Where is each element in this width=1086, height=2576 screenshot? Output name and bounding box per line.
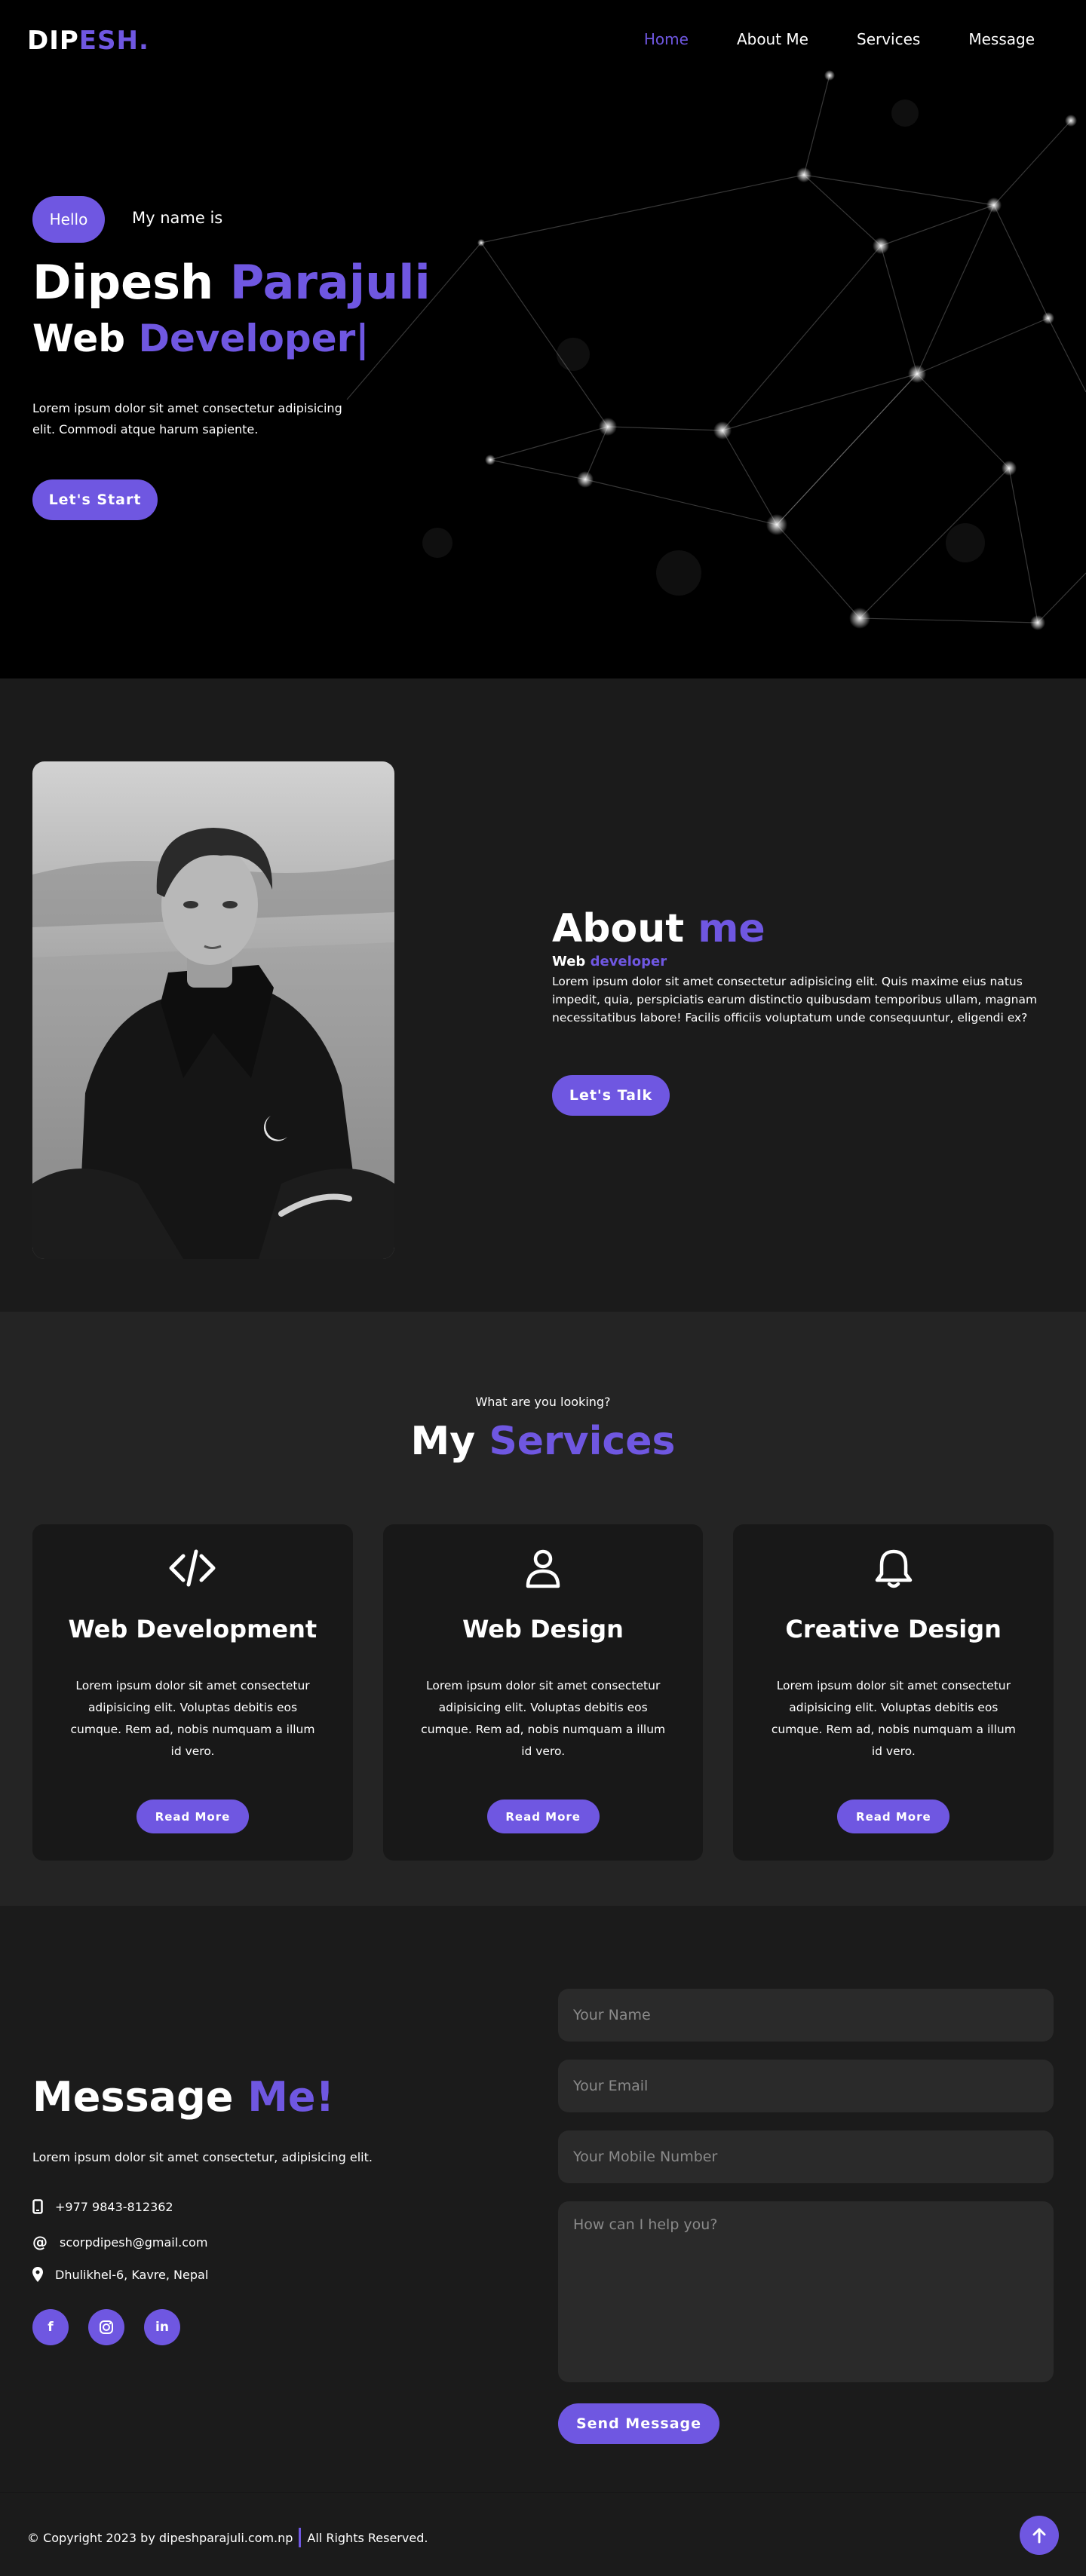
facebook-icon[interactable]: f [32, 2309, 69, 2345]
social-links: f in [32, 2309, 180, 2345]
service-card-web-development: Web Development Lorem ipsum dolor sit am… [32, 1524, 353, 1861]
hero-name: Dipesh Parajuli [32, 255, 431, 310]
nav-link-services[interactable]: Services [857, 30, 920, 48]
scroll-to-top-button[interactable] [1020, 2516, 1059, 2555]
hello-text: Hello [49, 210, 88, 228]
services-kicker: What are you looking? [475, 1395, 611, 1409]
last-name: Parajuli [229, 255, 431, 310]
user-icon [383, 1547, 704, 1589]
email-input[interactable] [558, 2060, 1054, 2112]
services-title-part-2: Services [489, 1419, 676, 1464]
logo[interactable]: DIPESH. [27, 26, 149, 56]
first-name: Dipesh [32, 255, 214, 310]
top-navigation: DIPESH. Home About Me Services Message [0, 0, 1086, 83]
read-more-button[interactable]: Read More [137, 1800, 249, 1833]
service-description: Lorem ipsum dolor sit amet consectetur a… [771, 1679, 1016, 1758]
nav-links: Home About Me Services Message [644, 30, 1035, 48]
portrait-image [32, 761, 394, 1259]
contact-section: Message Me! Lorem ipsum dolor sit amet c… [0, 1906, 1086, 2492]
bell-icon [733, 1547, 1054, 1589]
lets-start-button[interactable]: Let's Start [32, 479, 158, 520]
arrow-up-icon [1032, 2528, 1046, 2544]
about-section: About me Web developer Lorem ipsum dolor… [0, 678, 1086, 1312]
phone-text: +977 9843-812362 [55, 2199, 173, 2214]
service-description: Lorem ipsum dolor sit amet consectetur a… [421, 1679, 666, 1758]
service-description: Lorem ipsum dolor sit amet consectetur a… [70, 1679, 315, 1758]
about-sub-part-2: developer [590, 954, 667, 969]
nav-link-home[interactable]: Home [644, 30, 689, 48]
services-title: My Services [0, 1419, 1086, 1464]
mobile-input[interactable] [558, 2130, 1054, 2183]
message-title-part-2: Me! [247, 2073, 335, 2121]
address-text: Dhulikhel-6, Kavre, Nepal [55, 2267, 209, 2282]
about-subtitle: Web developer [552, 954, 667, 969]
about-title: About me [552, 906, 765, 951]
code-icon [32, 1547, 353, 1589]
hero-role: Web Developer| [32, 317, 370, 360]
logo-part-1: DIP [27, 26, 79, 56]
name-input[interactable] [558, 1989, 1054, 2042]
service-title: Web Design [462, 1615, 624, 1643]
read-more-button[interactable]: Read More [837, 1800, 950, 1833]
lets-talk-button[interactable]: Let's Talk [552, 1075, 670, 1116]
message-title: Message Me! [32, 2073, 334, 2121]
role-typed: Developer| [138, 317, 370, 360]
about-title-part-2: me [698, 906, 765, 951]
copyright: © Copyright 2023 by dipeshparajuli.com.n… [27, 2528, 428, 2547]
nav-link-about[interactable]: About Me [737, 30, 808, 48]
location-pin-icon [32, 2267, 43, 2282]
phone-info: +977 9843-812362 [32, 2199, 173, 2214]
services-section: What are you looking? My Services Web De… [0, 1312, 1086, 1906]
logo-part-2: ESH. [78, 26, 149, 56]
role-prefix: Web [32, 317, 126, 360]
rights-text: All Rights Reserved. [307, 2530, 428, 2545]
footer: © Copyright 2023 by dipeshparajuli.com.n… [0, 2492, 1086, 2576]
services-title-part-1: My [410, 1419, 476, 1464]
phone-icon [32, 2199, 43, 2214]
email-info: @ scorpdipesh@gmail.com [32, 2233, 207, 2251]
hero-section: Hello My name is Dipesh Parajuli Web Dev… [0, 0, 1086, 678]
message-textarea[interactable] [558, 2201, 1054, 2382]
message-description: Lorem ipsum dolor sit amet consectetur, … [32, 2150, 373, 2164]
about-sub-part-1: Web [552, 954, 586, 969]
email-text: scorpdipesh@gmail.com [60, 2234, 208, 2250]
hello-badge: Hello [32, 196, 105, 243]
about-title-part-1: About [552, 906, 685, 951]
linkedin-icon[interactable]: in [144, 2309, 180, 2345]
address-info: Dhulikhel-6, Kavre, Nepal [32, 2267, 208, 2282]
about-description: Lorem ipsum dolor sit amet consectetur a… [552, 975, 1038, 1025]
at-icon: @ [32, 2233, 48, 2251]
divider [299, 2528, 302, 2547]
instagram-icon[interactable] [88, 2309, 124, 2345]
service-title: Creative Design [785, 1615, 1002, 1643]
service-card-creative-design: Creative Design Lorem ipsum dolor sit am… [733, 1524, 1054, 1861]
my-name-label: My name is [132, 209, 223, 227]
message-title-part-1: Message [32, 2073, 234, 2121]
nav-link-message[interactable]: Message [968, 30, 1035, 48]
portrait-illustration [32, 828, 394, 1259]
read-more-button[interactable]: Read More [486, 1800, 600, 1833]
service-cards: Web Development Lorem ipsum dolor sit am… [32, 1524, 1054, 1861]
copyright-text: © Copyright 2023 by dipeshparajuli.com.n… [27, 2530, 293, 2545]
service-card-web-design: Web Design Lorem ipsum dolor sit amet co… [382, 1524, 704, 1861]
service-title: Web Development [68, 1615, 318, 1643]
hero-description: Lorem ipsum dolor sit amet consectetur a… [32, 401, 342, 436]
send-message-button[interactable]: Send Message [558, 2403, 719, 2444]
